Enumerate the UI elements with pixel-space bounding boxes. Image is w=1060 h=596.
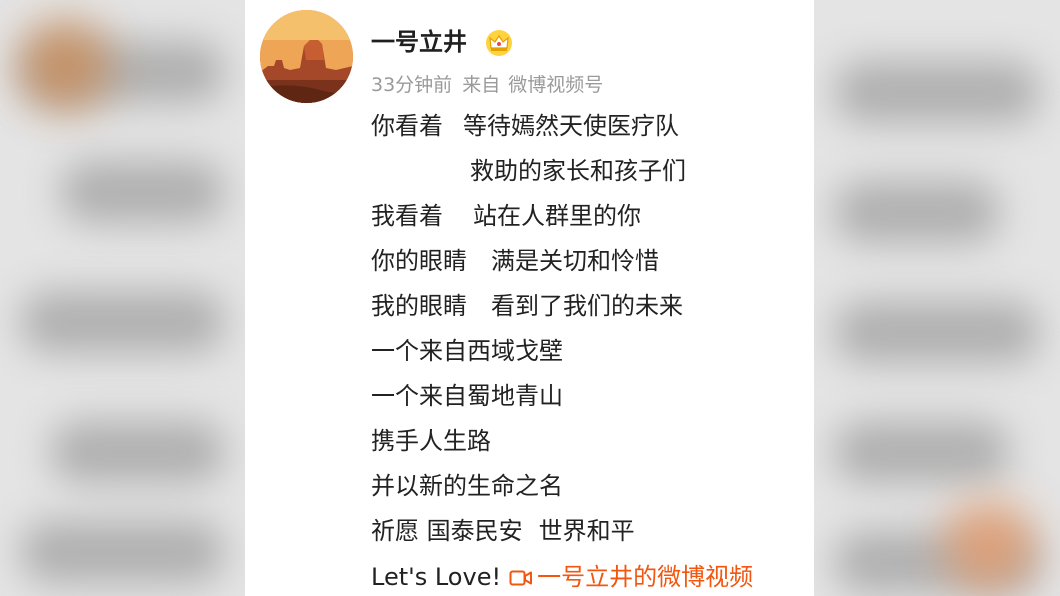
post-line: 你看着 等待嫣然天使医疗队	[371, 110, 679, 142]
line-part-a: 携手人生路	[371, 427, 491, 455]
line-part-a: 一个来自蜀地青山	[371, 382, 563, 410]
post-meta: 33分钟前 来自 微博视频号	[371, 72, 613, 98]
line-part-a: 我看着	[371, 202, 443, 230]
weibo-post-card: 一号立井 33分钟前 来自 微博视频号 你看着 等待嫣然天使医疗队 救助的家长和孩子们…	[245, 0, 814, 596]
username[interactable]: 一号立井	[371, 26, 467, 58]
avatar[interactable]	[260, 10, 353, 103]
blurred-background-right	[814, 0, 1060, 596]
line-part-b: 站在人群里的你	[473, 202, 641, 230]
blurred-background-left	[0, 0, 245, 596]
line-part-b: 满是关切和怜惜	[491, 247, 659, 275]
line-part-b: 世界和平	[538, 517, 635, 545]
post-line: 携手人生路	[371, 425, 491, 457]
video-link-label[interactable]: 一号立井的微博视频	[537, 563, 753, 591]
video-link[interactable]: 一号立井的微博视频	[509, 563, 753, 591]
post-line: 我的眼睛 看到了我们的未来	[371, 290, 683, 322]
post-line: 你的眼睛 满是关切和怜惜	[371, 245, 659, 277]
desert-mesa-icon	[260, 10, 353, 103]
line-part-a: 祈愿 国泰民安	[371, 517, 523, 545]
closing-text: Let's Love!	[371, 563, 502, 591]
post-line: 并以新的生命之名	[371, 470, 563, 502]
line-part-a: 我的眼睛	[371, 292, 467, 320]
post-line: 救助的家长和孩子们	[470, 155, 686, 187]
line-part-a: 一个来自西域戈壁	[371, 337, 563, 365]
post-line: 祈愿 国泰民安 世界和平	[371, 515, 635, 547]
source-prefix: 来自	[462, 74, 501, 96]
post-line-last: Let's Love! 一号立井的微博视频	[371, 561, 753, 593]
line-part-a: 你的眼睛	[371, 247, 467, 275]
line-part-a: 并以新的生命之名	[371, 472, 563, 500]
line-part-b: 看到了我们的未来	[491, 292, 683, 320]
line-part-a: 你看着	[371, 112, 443, 140]
crown-icon[interactable]	[485, 29, 513, 57]
line-part-b: 等待嫣然天使医疗队	[463, 112, 679, 140]
post-line: 一个来自西域戈壁	[371, 335, 563, 367]
screenshot-stage: 一号立井 33分钟前 来自 微博视频号 你看着 等待嫣然天使医疗队 救助的家长和孩子们…	[0, 0, 1060, 596]
video-camera-icon	[509, 570, 533, 586]
post-time: 33分钟前	[371, 74, 453, 96]
source-link[interactable]: 微博视频号	[508, 74, 603, 96]
post-line: 我看着 站在人群里的你	[371, 200, 641, 232]
line-part-b: 救助的家长和孩子们	[470, 157, 686, 185]
post-line: 一个来自蜀地青山	[371, 380, 563, 412]
